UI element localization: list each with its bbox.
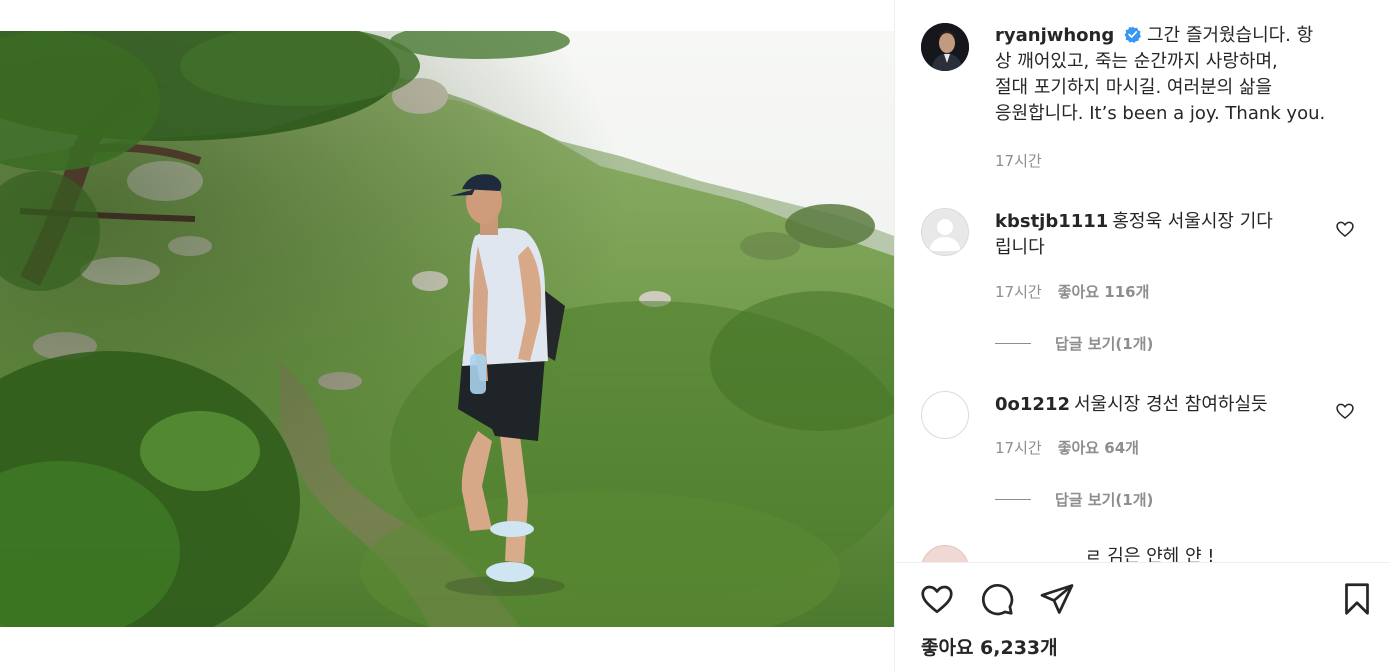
caption-line-2: 상 깨어있고, 죽는 순간까지 사랑하며,	[995, 51, 1278, 72]
paper-plane-icon	[1040, 584, 1074, 614]
comment-1-view-replies[interactable]: 답글 보기(1개)	[995, 333, 1153, 354]
partial-comment-text: ㄹ 김은 얀헤 얀 !	[1085, 546, 1215, 562]
replies-divider-line	[995, 343, 1031, 344]
post-photo[interactable]	[0, 31, 894, 627]
comment-2-time[interactable]: 17시간	[995, 439, 1042, 457]
like-button[interactable]	[917, 579, 957, 619]
caption-line-3: 절대 포기하지 마시길. 여러분의 삶을	[995, 77, 1273, 98]
owner-avatar[interactable]	[921, 23, 969, 71]
comment-2-meta: 17시간 좋아요 64개	[995, 438, 1139, 458]
share-button[interactable]	[1037, 579, 1077, 619]
post-caption: ryanjwhong 그간 즐거웠습니다. 항 상 깨어있고, 죽는 순간까지 …	[995, 23, 1365, 127]
comment-1-likes[interactable]: 좋아요 116개	[1058, 283, 1150, 301]
comment-avatar-partial[interactable]	[921, 545, 969, 562]
comment-button[interactable]	[977, 579, 1017, 619]
comment-1-body: kbstjb1111 홍정욱 서울시장 기다 립니다	[995, 209, 1315, 261]
comment-1-username[interactable]: kbstjb1111	[995, 211, 1108, 232]
owner-profile-picture	[921, 23, 969, 71]
comment-1-time[interactable]: 17시간	[995, 283, 1042, 301]
bookmark-icon	[1345, 583, 1369, 615]
post-actions-bar: 좋아요 6,233개	[895, 562, 1390, 671]
comment-avatar-0o1212[interactable]	[921, 391, 969, 439]
comment-1-line-1: 홍정욱 서울시장 기다	[1112, 211, 1273, 232]
save-button[interactable]	[1337, 579, 1377, 619]
comment-2-body: 0o1212 서울시장 경선 참여하실듯	[995, 392, 1315, 418]
replies-divider-line	[995, 499, 1031, 500]
comment-icon	[982, 584, 1014, 616]
hiking-photo-image	[0, 31, 894, 627]
comment-avatar-kbstjb1111[interactable]	[921, 208, 969, 256]
comment-1-replies-label: 답글 보기(1개)	[1055, 335, 1154, 353]
comment-2-likes[interactable]: 좋아요 64개	[1058, 439, 1139, 457]
post-side-panel: ryanjwhong 그간 즐거웠습니다. 항 상 깨어있고, 죽는 순간까지 …	[894, 0, 1390, 671]
default-avatar-icon	[929, 219, 961, 251]
caption-line-4: 응원합니다. It’s been a joy. Thank you.	[995, 103, 1326, 124]
caption-timestamp[interactable]: 17시간	[995, 151, 1042, 171]
comment-2-like-heart-icon[interactable]	[1335, 401, 1355, 421]
caption-line-1: 그간 즐거웠습니다. 항	[1146, 25, 1314, 46]
post-media-area	[0, 0, 894, 671]
verified-badge-icon	[1124, 26, 1141, 43]
comments-list: ryanjwhong 그간 즐거웠습니다. 항 상 깨어있고, 죽는 순간까지 …	[895, 0, 1390, 562]
comment-2-replies-label: 답글 보기(1개)	[1055, 491, 1154, 509]
comment-1-meta: 17시간 좋아요 116개	[995, 282, 1149, 302]
comment-2-username[interactable]: 0o1212	[995, 394, 1070, 415]
likes-count[interactable]: 좋아요 6,233개	[921, 633, 1058, 660]
owner-username[interactable]: ryanjwhong	[995, 25, 1114, 46]
heart-icon	[921, 585, 953, 614]
comment-2-line-1: 서울시장 경선 참여하실듯	[1074, 394, 1268, 415]
comment-1-like-heart-icon[interactable]	[1335, 219, 1355, 239]
comment-1-line-2: 립니다	[995, 237, 1045, 258]
comment-2-view-replies[interactable]: 답글 보기(1개)	[995, 489, 1153, 510]
